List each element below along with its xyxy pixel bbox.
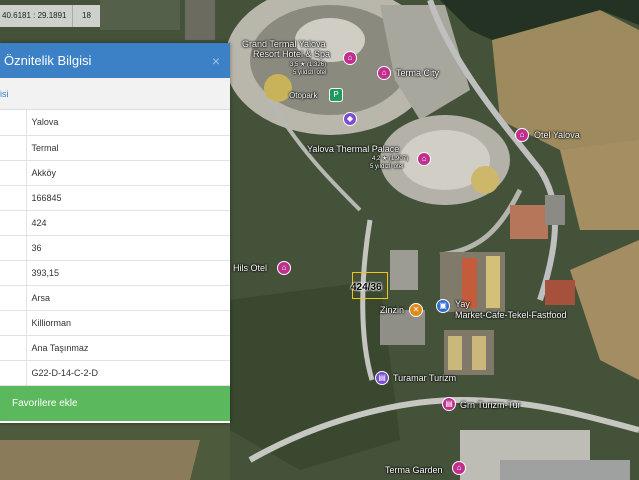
hotel-icon[interactable]: ⌂ <box>515 128 529 142</box>
attribute-value: Termal <box>26 135 230 161</box>
attribute-key <box>0 235 27 261</box>
hotel-icon[interactable]: ⌂ <box>343 51 357 65</box>
map-label-otopark: Otopark <box>289 91 318 100</box>
attribute-key <box>0 285 27 311</box>
map-label-hils-otel: Hils Otel <box>233 263 268 273</box>
hotel-icon[interactable]: ⌂ <box>452 461 466 475</box>
table-row: Ana Taşınmaz <box>0 335 230 361</box>
attribute-value: Ana Taşınmaz <box>26 335 230 361</box>
attribute-key <box>0 185 27 211</box>
attribute-value: Arsa <box>26 285 230 311</box>
zoom-level: 18 <box>72 5 100 27</box>
attribute-value: 393,15 <box>26 260 230 286</box>
restaurant-icon[interactable]: ✕ <box>409 303 423 317</box>
map-label-zinzin: Zinzin <box>380 305 405 315</box>
table-row: 424 <box>0 210 230 236</box>
attribute-key <box>0 360 27 386</box>
attribute-value: Akköy <box>26 160 230 186</box>
travel-agency-icon[interactable]: ▤ <box>375 371 389 385</box>
table-row: 166845 <box>0 185 230 211</box>
attribute-table: Yalova Termal Akköy 166845 424 36 393,15… <box>0 110 230 386</box>
coordinate-readout: 40.6181 : 29.1891 18 <box>0 5 100 27</box>
table-row: Killiorman <box>0 310 230 336</box>
map-label-grand-termal-stars: 5 yıldızlı otel <box>293 70 327 76</box>
map-label-yay-market: Market-Cafe-Tekel-Fastfood <box>455 310 567 320</box>
attribute-value: Yalova <box>26 110 230 136</box>
shopping-icon[interactable]: ▣ <box>436 299 450 313</box>
parcel-label: 424/36 <box>351 282 382 293</box>
coordinate-text: 40.6181 : 29.1891 <box>2 11 67 20</box>
table-row: Yalova <box>0 110 230 136</box>
attribute-value: 36 <box>26 235 230 261</box>
table-row: G22-D-14-C-2-D <box>0 360 230 386</box>
map-label-thermal-palace: Yalova Thermal Palace <box>307 144 400 154</box>
table-row: Akköy <box>0 160 230 186</box>
attribute-info-panel: Öznitelik Bilgisi × isi Yalova Termal Ak… <box>0 43 230 423</box>
panel-subheader[interactable]: isi <box>0 78 230 110</box>
attribute-key <box>0 135 27 161</box>
attribute-value: 424 <box>26 210 230 236</box>
table-row: 36 <box>0 235 230 261</box>
panel-header: Öznitelik Bilgisi × <box>0 43 230 78</box>
hotel-icon[interactable]: ⌂ <box>417 152 431 166</box>
attribute-key <box>0 210 27 236</box>
map-label-grn-turizm: Grn Turizm-Tur <box>460 400 521 410</box>
panel-subheader-text: isi <box>0 88 9 99</box>
table-row: Termal <box>0 135 230 161</box>
attribute-key <box>0 310 27 336</box>
panel-title: Öznitelik Bilgisi <box>4 53 92 68</box>
attribute-key <box>0 335 27 361</box>
attribute-value: 166845 <box>26 185 230 211</box>
place-icon[interactable]: ◆ <box>343 112 357 126</box>
map-label-terma-garden: Terma Garden <box>385 465 443 475</box>
map-label-turamar: Turamar Turizm <box>393 373 457 383</box>
parking-icon[interactable]: P <box>329 88 343 102</box>
attribute-key <box>0 260 27 286</box>
add-to-favorites-button[interactable]: Favorilere ekle <box>0 386 230 421</box>
hotel-icon[interactable]: ⌂ <box>377 66 391 80</box>
attribute-value: G22-D-14-C-2-D <box>26 360 230 386</box>
map-label-thermal-palace-stars: 5 yıldızlı otel <box>370 164 404 170</box>
attribute-value: Killiorman <box>26 310 230 336</box>
attribute-key <box>0 160 27 186</box>
map-label-grand-termal-resort: Resort Hotel & Spa <box>253 49 331 59</box>
travel-agency-icon[interactable]: ▤ <box>442 397 456 411</box>
hotel-icon[interactable]: ⌂ <box>277 261 291 275</box>
map-label-terma-city: Terma City <box>396 68 440 78</box>
map-label-otel-yalova: Otel Yalova <box>534 130 580 140</box>
close-icon[interactable]: × <box>212 53 220 69</box>
map-label-grand-termal: Grand Termal Yalova <box>242 39 326 49</box>
attribute-key <box>0 110 27 136</box>
table-row: Arsa <box>0 285 230 311</box>
map-label-yay: Yay <box>455 299 470 309</box>
table-row: 393,15 <box>0 260 230 286</box>
